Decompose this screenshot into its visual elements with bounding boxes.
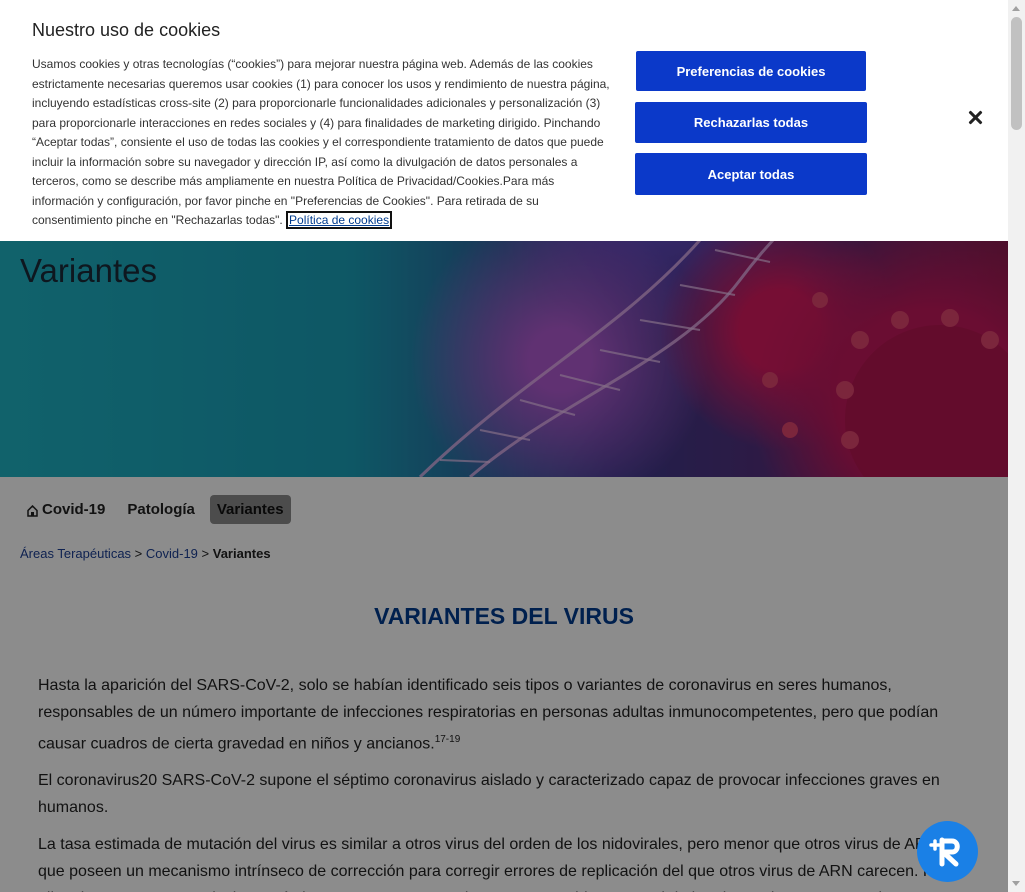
accept-all-button[interactable]: Aceptar todas xyxy=(635,153,867,195)
cookie-preferences-button[interactable]: Preferencias de cookies xyxy=(636,51,866,91)
reject-all-button[interactable]: Rechazarlas todas xyxy=(635,102,867,143)
cookie-description: Usamos cookies y otras tecnologías (“coo… xyxy=(32,55,610,231)
scrollbar[interactable] xyxy=(1008,0,1025,892)
assistant-icon xyxy=(928,837,960,866)
close-icon[interactable] xyxy=(963,106,987,130)
cookie-banner: Nuestro uso de cookies Usamos cookies y … xyxy=(0,0,1008,241)
scrollbar-thumb[interactable] xyxy=(1011,17,1022,130)
chat-widget-button[interactable] xyxy=(917,821,978,882)
cookie-title: Nuestro uso de cookies xyxy=(32,20,221,40)
cookie-text: Usamos cookies y otras tecnologías (“coo… xyxy=(32,57,610,227)
scroll-down-arrow-icon[interactable] xyxy=(1012,881,1020,886)
cookie-policy-link[interactable]: Política de cookies xyxy=(286,211,393,229)
scroll-up-arrow-icon[interactable] xyxy=(1012,6,1020,11)
